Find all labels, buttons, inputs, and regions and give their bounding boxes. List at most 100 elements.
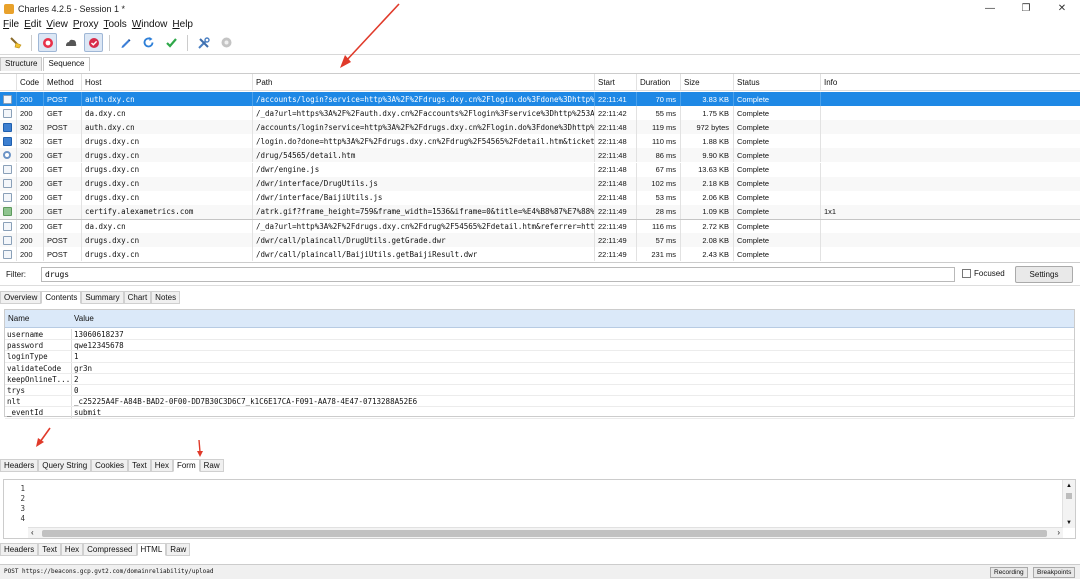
- tab-overview[interactable]: Overview: [0, 291, 42, 304]
- tab-structure[interactable]: Structure: [0, 57, 43, 71]
- tab-req-query-string[interactable]: Query String: [38, 459, 92, 472]
- tab-sequence[interactable]: Sequence: [43, 57, 90, 71]
- table-row[interactable]: 302 GET drugs.dxy.cn/login.do?done=http%3A…: [0, 134, 1080, 149]
- tab-summary[interactable]: Summary: [81, 291, 124, 304]
- table-row[interactable]: 200 GET da.dxy.cn/_da?url=http%3A%2F%2Fdru…: [0, 218, 1080, 233]
- tab-resp-compressed[interactable]: Compressed: [83, 543, 137, 556]
- table-row[interactable]: 200 GET certify.alexametrics.com/atrk.gif?…: [0, 204, 1080, 219]
- menu-window[interactable]: Window: [132, 19, 168, 30]
- throttle-icon[interactable]: [61, 33, 80, 52]
- form-field-value: gr3n: [74, 363, 93, 373]
- tab-req-headers[interactable]: Headers: [0, 459, 39, 472]
- col-code[interactable]: Code: [17, 74, 44, 90]
- form-row[interactable]: username 13060618237: [5, 329, 1074, 341]
- cell-start: 22:11:48: [595, 148, 637, 163]
- form-col-name[interactable]: Name: [8, 314, 29, 323]
- tab-resp-raw[interactable]: Raw: [166, 543, 191, 556]
- menu-proxy[interactable]: Proxy: [73, 19, 99, 30]
- table-row[interactable]: 200 POST auth.dxy.cn/accounts/login?servic…: [0, 92, 1080, 106]
- table-row[interactable]: 200 GET drugs.dxy.cn/dwr/interface/BaijiUt…: [0, 190, 1080, 205]
- refresh-icon[interactable]: [139, 33, 158, 52]
- col-host[interactable]: Host: [82, 74, 253, 90]
- col-size[interactable]: Size: [681, 74, 734, 90]
- table-row[interactable]: 200 GET da.dxy.cn/_da?url=https%3A%2F%2Fau…: [0, 106, 1080, 121]
- form-field-name: password: [7, 341, 44, 351]
- vertical-scrollbar[interactable]: ▲ ▼: [1062, 480, 1075, 528]
- menu-help[interactable]: Help: [172, 19, 193, 30]
- menu-edit[interactable]: Edit: [24, 19, 41, 30]
- scroll-down-icon[interactable]: ▼: [1066, 520, 1072, 526]
- cell-start: 22:11:42: [595, 106, 637, 121]
- check-icon[interactable]: [162, 33, 181, 52]
- form-field-name: _eventId: [7, 408, 44, 418]
- table-row[interactable]: 302 POST auth.dxy.cn/accounts/login?servic…: [0, 120, 1080, 135]
- recording-button[interactable]: Recording: [990, 567, 1028, 578]
- cell-size: 9.90 KB: [681, 148, 734, 163]
- tab-resp-text[interactable]: Text: [38, 543, 61, 556]
- col-info[interactable]: Info: [821, 74, 1080, 90]
- tab-req-cookies[interactable]: Cookies: [91, 459, 129, 472]
- breakpoints-button[interactable]: Breakpoints: [1033, 567, 1076, 578]
- cell-start: 22:11:48: [595, 190, 637, 205]
- horizontal-scrollbar[interactable]: ‹ ›: [28, 527, 1063, 538]
- menu-view[interactable]: View: [46, 19, 68, 30]
- cell-size: 3.83 KB: [681, 92, 734, 106]
- scroll-left-icon[interactable]: ‹: [31, 528, 34, 538]
- menu-tools[interactable]: Tools: [103, 19, 126, 30]
- cell-host: certify.alexametrics.com: [82, 204, 253, 219]
- col-status[interactable]: Status: [734, 74, 821, 90]
- cell-path: /dwr/call/plaincall/DrugUtils.getGrade.d…: [253, 233, 595, 247]
- tab-req-text[interactable]: Text: [128, 459, 151, 472]
- cell-code: 200: [17, 247, 44, 262]
- tab-chart[interactable]: Chart: [123, 291, 152, 304]
- cell-status: Complete: [734, 233, 821, 247]
- focused-checkbox[interactable]: Focused: [962, 269, 1005, 278]
- form-row[interactable]: keepOnlineT... 2: [5, 373, 1074, 386]
- form-row[interactable]: _eventId submit: [5, 407, 1074, 419]
- form-row[interactable]: loginType 1: [5, 351, 1074, 363]
- filter-input[interactable]: [41, 267, 955, 282]
- table-row[interactable]: 200 GET drugs.dxy.cn/dwr/interface/DrugUti…: [0, 176, 1080, 191]
- col-method[interactable]: Method: [44, 74, 82, 90]
- table-row[interactable]: 200 GET drugs.dxy.cn/drug/54565/detail.htm…: [0, 148, 1080, 163]
- table-row[interactable]: 200 POST drugs.dxy.cn/dwr/call/plaincall/D…: [0, 233, 1080, 247]
- cell-host: da.dxy.cn: [82, 106, 253, 121]
- cell-status: Complete: [734, 134, 821, 149]
- form-row[interactable]: trys 0: [5, 385, 1074, 397]
- breakpoint-icon[interactable]: [84, 33, 103, 52]
- cell-status: Complete: [734, 162, 821, 177]
- form-row[interactable]: password qwe12345678: [5, 340, 1074, 352]
- tools-icon[interactable]: [194, 33, 213, 52]
- settings-icon[interactable]: [217, 33, 236, 52]
- response-editor[interactable]: 1 2 3 4 ▲ ▼ ‹ ›: [3, 479, 1076, 539]
- maximize-button[interactable]: ❐: [1008, 0, 1044, 17]
- tab-req-form[interactable]: Form: [172, 459, 200, 472]
- cell-info: [821, 177, 1080, 191]
- cell-path: /_da?url=http%3A%2F%2Fdrugs.dxy.cn%2Fdru…: [253, 219, 595, 233]
- form-row[interactable]: nlt _c25225A4F-A84B-BAD2-0F00-DD7B30C3D6C…: [5, 396, 1074, 408]
- form-col-value[interactable]: Value: [74, 314, 94, 323]
- tab-notes[interactable]: Notes: [151, 291, 181, 304]
- pen-icon[interactable]: [116, 33, 135, 52]
- tab-resp-html[interactable]: HTML: [136, 543, 167, 556]
- minimize-button[interactable]: —: [972, 0, 1008, 17]
- scroll-up-icon[interactable]: ▲: [1066, 483, 1072, 489]
- form-row[interactable]: validateCode gr3n: [5, 362, 1074, 374]
- table-row[interactable]: 200 POST drugs.dxy.cn/dwr/call/plaincall/B…: [0, 247, 1080, 262]
- scroll-right-icon[interactable]: ›: [1057, 528, 1060, 538]
- broom-icon[interactable]: [6, 33, 25, 52]
- tab-resp-hex[interactable]: Hex: [60, 543, 84, 556]
- menu-file[interactable]: File: [3, 19, 19, 30]
- record-icon[interactable]: [38, 33, 57, 52]
- tab-req-hex[interactable]: Hex: [150, 459, 173, 472]
- tab-resp-headers[interactable]: Headers: [0, 543, 39, 556]
- col-start[interactable]: Start: [595, 74, 637, 90]
- col-duration[interactable]: Duration: [637, 74, 681, 90]
- tab-contents[interactable]: Contents: [41, 291, 82, 304]
- tab-req-raw[interactable]: Raw: [199, 459, 224, 472]
- cell-method: GET: [44, 162, 82, 177]
- col-path[interactable]: Path: [253, 74, 595, 90]
- settings-button[interactable]: Settings: [1015, 266, 1073, 283]
- close-button[interactable]: ✕: [1044, 0, 1080, 17]
- table-row[interactable]: 200 GET drugs.dxy.cn/dwr/engine.js 22:11:48…: [0, 162, 1080, 177]
